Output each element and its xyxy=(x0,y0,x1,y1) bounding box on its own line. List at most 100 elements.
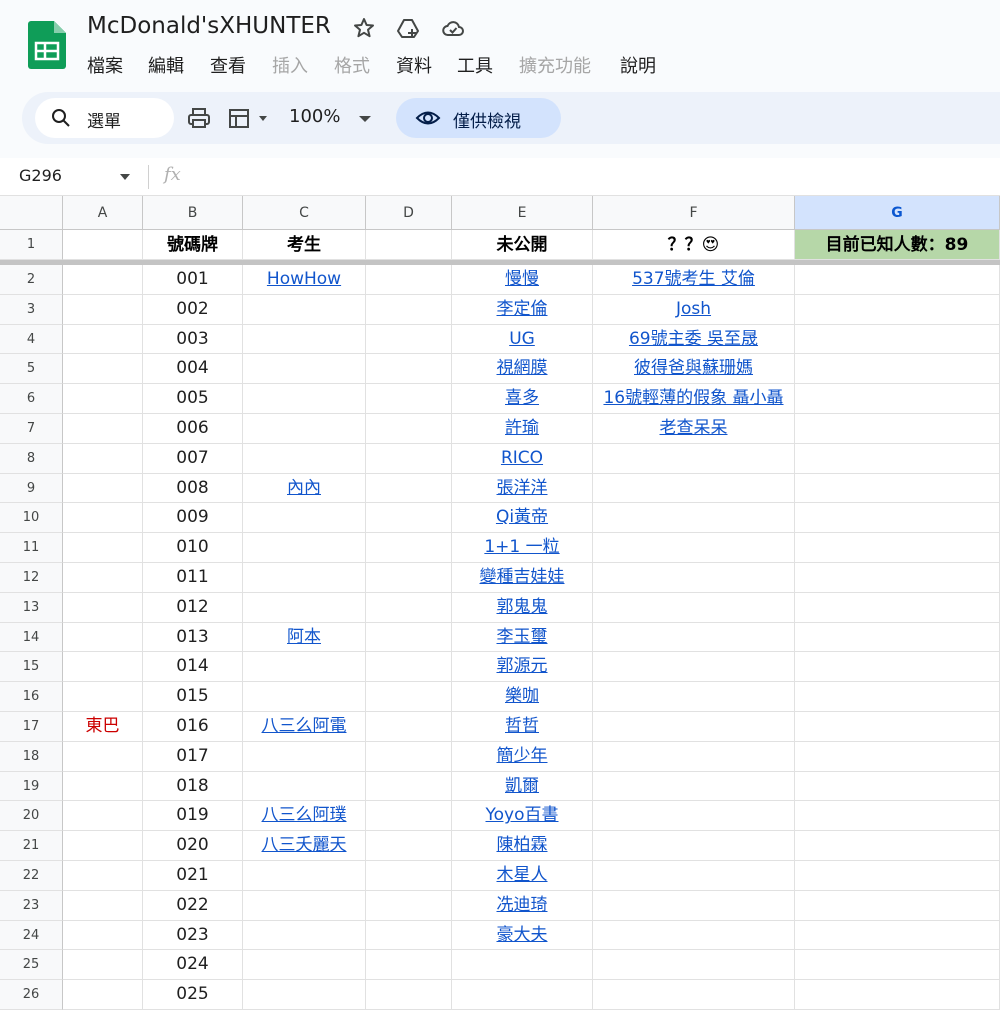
cell-a[interactable] xyxy=(63,592,143,623)
cell-f[interactable] xyxy=(593,533,795,563)
cell-g[interactable] xyxy=(795,354,1000,385)
menu-extensions[interactable]: 擴充功能 xyxy=(519,52,591,78)
header-cell-c[interactable]: 考生 xyxy=(243,230,366,260)
cell-d[interactable] xyxy=(366,503,452,534)
cell-g[interactable] xyxy=(795,503,1000,534)
spreadsheet-grid[interactable]: A B C D E F G 1 號碼牌 考生 未公開 ？？😍 目前已知人數：89 2 001 HowHow 慢慢… xyxy=(0,196,1000,1010)
cell-c[interactable] xyxy=(243,861,366,891)
cell-e[interactable]: 豪大夫 xyxy=(452,920,593,951)
cell-b[interactable]: 011 xyxy=(143,563,243,593)
cell-b[interactable]: 025 xyxy=(143,980,243,1010)
cell-g[interactable] xyxy=(795,771,1000,802)
name-box-dropdown-icon[interactable] xyxy=(118,172,132,182)
cell-g[interactable] xyxy=(795,801,1000,832)
cell-c[interactable] xyxy=(243,950,366,981)
cell-f[interactable] xyxy=(593,801,795,832)
cell-d[interactable] xyxy=(366,712,452,742)
header-cell-a[interactable] xyxy=(63,230,143,260)
cell-b[interactable]: 019 xyxy=(143,801,243,832)
cell-e[interactable]: 李玉璽 xyxy=(452,622,593,653)
cell-a[interactable] xyxy=(63,414,143,444)
row-header[interactable]: 2 xyxy=(0,265,63,295)
cell-a[interactable] xyxy=(63,831,143,861)
cell-d[interactable] xyxy=(366,771,452,802)
cell-d[interactable] xyxy=(366,682,452,712)
cell-f[interactable] xyxy=(593,473,795,504)
cell-e[interactable]: 慢慢 xyxy=(452,265,593,295)
cell-f[interactable] xyxy=(593,980,795,1010)
cell-b[interactable]: 005 xyxy=(143,384,243,414)
row-header[interactable]: 11 xyxy=(0,533,63,563)
cell-f[interactable] xyxy=(593,920,795,951)
cell-g[interactable] xyxy=(795,831,1000,861)
cell-b[interactable]: 008 xyxy=(143,473,243,504)
cell-c[interactable] xyxy=(243,414,366,444)
menu-edit[interactable]: 編輯 xyxy=(148,52,184,78)
cell-g[interactable] xyxy=(795,384,1000,414)
cell-g[interactable] xyxy=(795,414,1000,444)
cell-e[interactable]: 郭鬼鬼 xyxy=(452,592,593,623)
row-header[interactable]: 5 xyxy=(0,354,63,385)
cell-a[interactable] xyxy=(63,443,143,474)
cell-d[interactable] xyxy=(366,920,452,951)
row-header[interactable]: 6 xyxy=(0,384,63,414)
cell-c[interactable]: 八三么阿電 xyxy=(243,712,366,742)
cell-d[interactable] xyxy=(366,294,452,325)
cell-e[interactable]: 許瑜 xyxy=(452,414,593,444)
cell-g[interactable] xyxy=(795,294,1000,325)
cell-b[interactable]: 003 xyxy=(143,324,243,355)
cell-c[interactable]: 八三么阿璞 xyxy=(243,801,366,832)
cell-b[interactable]: 022 xyxy=(143,890,243,921)
cell-a[interactable] xyxy=(63,980,143,1010)
cell-b[interactable]: 007 xyxy=(143,443,243,474)
cell-d[interactable] xyxy=(366,861,452,891)
cell-c[interactable] xyxy=(243,354,366,385)
cell-f[interactable] xyxy=(593,712,795,742)
cell-b[interactable]: 018 xyxy=(143,771,243,802)
cell-e[interactable]: 郭源元 xyxy=(452,652,593,683)
cell-a[interactable] xyxy=(63,384,143,414)
row-header[interactable]: 16 xyxy=(0,682,63,712)
cell-d[interactable] xyxy=(366,563,452,593)
zoom-select[interactable]: 100% xyxy=(289,106,340,127)
cell-g[interactable] xyxy=(795,920,1000,951)
column-header-c[interactable]: C xyxy=(243,196,366,230)
row-header[interactable]: 9 xyxy=(0,473,63,504)
cell-e[interactable] xyxy=(452,950,593,981)
cell-d[interactable] xyxy=(366,950,452,981)
cell-a[interactable] xyxy=(63,950,143,981)
chevron-down-icon[interactable] xyxy=(355,103,375,133)
cell-d[interactable] xyxy=(366,354,452,385)
cell-g[interactable] xyxy=(795,533,1000,563)
cell-g[interactable] xyxy=(795,950,1000,981)
cell-e[interactable] xyxy=(452,980,593,1010)
menu-tools[interactable]: 工具 xyxy=(457,52,493,78)
cell-d[interactable] xyxy=(366,414,452,444)
cell-a[interactable] xyxy=(63,324,143,355)
cell-a[interactable] xyxy=(63,265,143,295)
cell-d[interactable] xyxy=(366,652,452,683)
cell-b[interactable]: 001 xyxy=(143,265,243,295)
cell-d[interactable] xyxy=(366,622,452,653)
cell-f[interactable]: 537號考生 艾倫 xyxy=(593,265,795,295)
cell-d[interactable] xyxy=(366,324,452,355)
cell-c[interactable] xyxy=(243,533,366,563)
row-header[interactable]: 12 xyxy=(0,563,63,593)
cell-b[interactable]: 013 xyxy=(143,622,243,653)
column-header-e[interactable]: E xyxy=(452,196,593,230)
cell-c[interactable] xyxy=(243,920,366,951)
document-title[interactable]: McDonald'sXHUNTER xyxy=(87,13,331,39)
cell-a[interactable] xyxy=(63,533,143,563)
cell-d[interactable] xyxy=(366,980,452,1010)
cell-c[interactable] xyxy=(243,741,366,772)
cell-g[interactable] xyxy=(795,890,1000,921)
cell-d[interactable] xyxy=(366,384,452,414)
cell-d[interactable] xyxy=(366,265,452,295)
row-header[interactable]: 4 xyxy=(0,324,63,355)
cell-f[interactable] xyxy=(593,890,795,921)
star-icon[interactable] xyxy=(352,16,376,40)
cell-b[interactable]: 014 xyxy=(143,652,243,683)
cell-a[interactable] xyxy=(63,652,143,683)
cell-d[interactable] xyxy=(366,473,452,504)
cell-f[interactable] xyxy=(593,771,795,802)
